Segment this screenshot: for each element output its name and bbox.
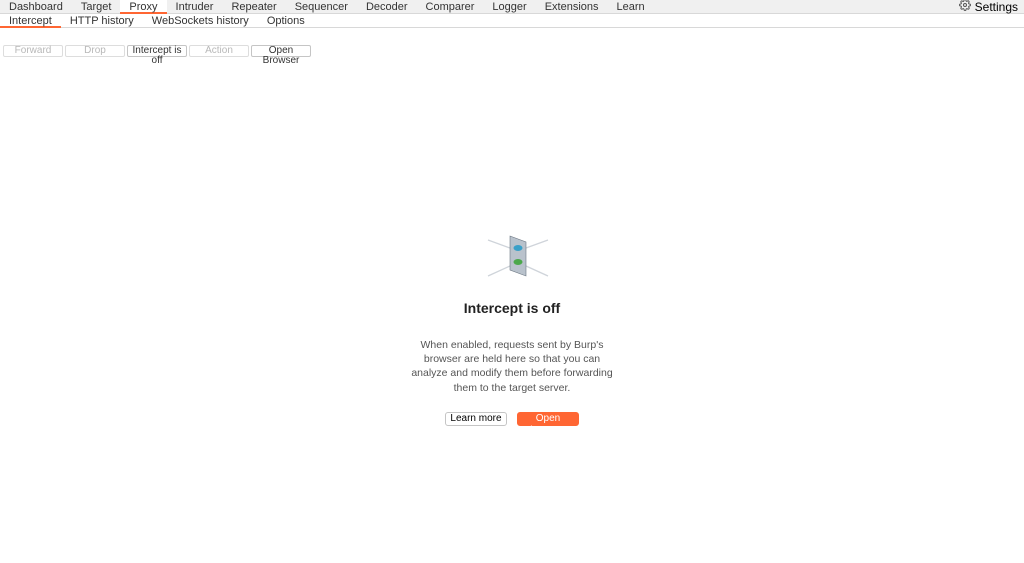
tab-repeater[interactable]: Repeater bbox=[222, 0, 285, 14]
tab-comparer[interactable]: Comparer bbox=[417, 0, 484, 14]
tab-logger[interactable]: Logger bbox=[483, 0, 535, 14]
settings-button[interactable]: Settings bbox=[959, 0, 1024, 14]
open-browser-primary-button[interactable]: Open browser bbox=[517, 412, 579, 426]
empty-title: Intercept is off bbox=[464, 300, 560, 316]
intercept-toggle-button[interactable]: Intercept is off bbox=[127, 45, 187, 57]
empty-actions: Learn more Open browser bbox=[445, 412, 579, 426]
tab-dashboard[interactable]: Dashboard bbox=[0, 0, 72, 14]
action-button: Action bbox=[189, 45, 249, 57]
gear-icon bbox=[959, 0, 971, 14]
learn-more-button[interactable]: Learn more bbox=[445, 412, 507, 426]
main-tab-bar: Dashboard Target Proxy Intruder Repeater… bbox=[0, 0, 1024, 14]
tab-target[interactable]: Target bbox=[72, 0, 121, 14]
sub-tab-bar: Intercept HTTP history WebSockets histor… bbox=[0, 14, 1024, 28]
subtab-ws-history[interactable]: WebSockets history bbox=[143, 14, 258, 28]
tab-extensions[interactable]: Extensions bbox=[536, 0, 608, 14]
tab-proxy[interactable]: Proxy bbox=[120, 0, 166, 14]
tab-decoder[interactable]: Decoder bbox=[357, 0, 417, 14]
settings-label: Settings bbox=[975, 0, 1018, 14]
intercept-off-illustration-icon bbox=[482, 226, 542, 280]
subtab-options[interactable]: Options bbox=[258, 14, 314, 28]
tab-sequencer[interactable]: Sequencer bbox=[286, 0, 357, 14]
tab-intruder[interactable]: Intruder bbox=[167, 0, 223, 14]
open-browser-button[interactable]: Open Browser bbox=[251, 45, 311, 57]
intercept-toolbar: Forward Drop Intercept is off Action Ope… bbox=[0, 28, 1024, 57]
forward-button: Forward bbox=[3, 45, 63, 57]
subtab-intercept[interactable]: Intercept bbox=[0, 14, 61, 28]
empty-description: When enabled, requests sent by Burp's br… bbox=[407, 338, 617, 395]
empty-state: Intercept is off When enabled, requests … bbox=[0, 226, 1024, 426]
drop-button: Drop bbox=[65, 45, 125, 57]
tab-learn[interactable]: Learn bbox=[608, 0, 654, 14]
subtab-http-history[interactable]: HTTP history bbox=[61, 14, 143, 28]
